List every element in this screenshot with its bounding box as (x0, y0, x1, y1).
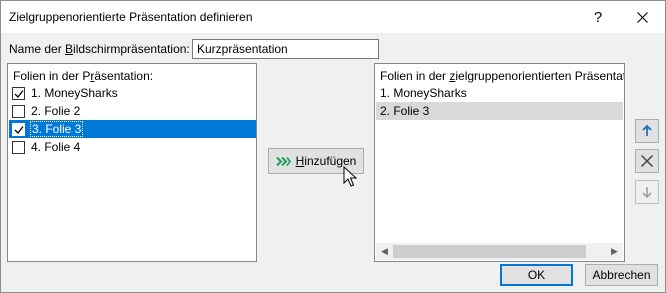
slides-in-presentation-list[interactable]: Folien in der Präsentation: 1. MoneyShar… (7, 63, 257, 262)
list-item[interactable]: 1. MoneySharks (376, 84, 623, 102)
slide-label: 2. Folie 3 (380, 104, 430, 118)
arrow-down-icon (642, 187, 652, 199)
list-item[interactable]: 2. Folie 3 (376, 102, 623, 120)
list-item[interactable]: 3. Folie 3 (9, 120, 256, 138)
horizontal-scrollbar[interactable]: ◀ ▶ (376, 243, 623, 260)
custom-show-slides-list[interactable]: Folien in der zielgruppenorientierten Pr… (374, 63, 625, 262)
double-chevron-right-icon (275, 156, 291, 166)
ok-button[interactable]: OK (500, 264, 573, 286)
checkmark-icon (14, 89, 24, 98)
slide-label: 4. Folie 4 (31, 140, 81, 154)
delete-x-icon (640, 154, 654, 168)
right-list-header: Folien in der zielgruppenorientierten Pr… (380, 69, 624, 83)
cancel-button-label: Abbrechen (592, 268, 651, 282)
remove-button[interactable] (635, 149, 659, 173)
slide-checkbox[interactable] (12, 104, 25, 118)
left-list-header: Folien in der Präsentation: (13, 69, 154, 83)
arrow-up-icon (642, 124, 652, 136)
close-button[interactable] (619, 1, 665, 33)
presentation-name-input[interactable] (192, 39, 379, 59)
cancel-button[interactable]: Abbrechen (585, 264, 658, 286)
presentation-name-label: Name der Bildschirmpräsentation: (9, 42, 190, 56)
help-icon: ? (593, 8, 603, 26)
dialog-window: Zielgruppenorientierte Präsentation defi… (0, 0, 666, 293)
close-icon (636, 11, 648, 23)
slide-label: 2. Folie 2 (31, 104, 81, 118)
slide-checkbox[interactable] (12, 122, 25, 136)
move-down-button[interactable] (635, 180, 659, 204)
scroll-left-icon[interactable]: ◀ (376, 243, 393, 260)
move-up-button[interactable] (635, 119, 659, 143)
ok-button-label: OK (527, 268, 546, 282)
checkmark-icon (14, 125, 24, 134)
slide-checkbox[interactable] (12, 86, 25, 100)
slide-label: 1. MoneySharks (31, 86, 118, 100)
list-item[interactable]: 1. MoneySharks (9, 84, 256, 102)
scroll-right-icon[interactable]: ▶ (606, 243, 623, 260)
slide-checkbox[interactable] (12, 140, 25, 154)
help-button[interactable]: ? (575, 1, 621, 33)
list-item[interactable]: 2. Folie 2 (9, 102, 256, 120)
window-title: Zielgruppenorientierte Präsentation defi… (9, 10, 253, 24)
slide-label: 3. Folie 3 (29, 121, 84, 137)
title-bar: Zielgruppenorientierte Präsentation defi… (1, 1, 665, 33)
mouse-cursor-icon (343, 166, 357, 187)
list-item[interactable]: 4. Folie 4 (9, 138, 256, 156)
scrollbar-thumb[interactable] (393, 245, 586, 258)
slide-label: 1. MoneySharks (380, 86, 467, 100)
